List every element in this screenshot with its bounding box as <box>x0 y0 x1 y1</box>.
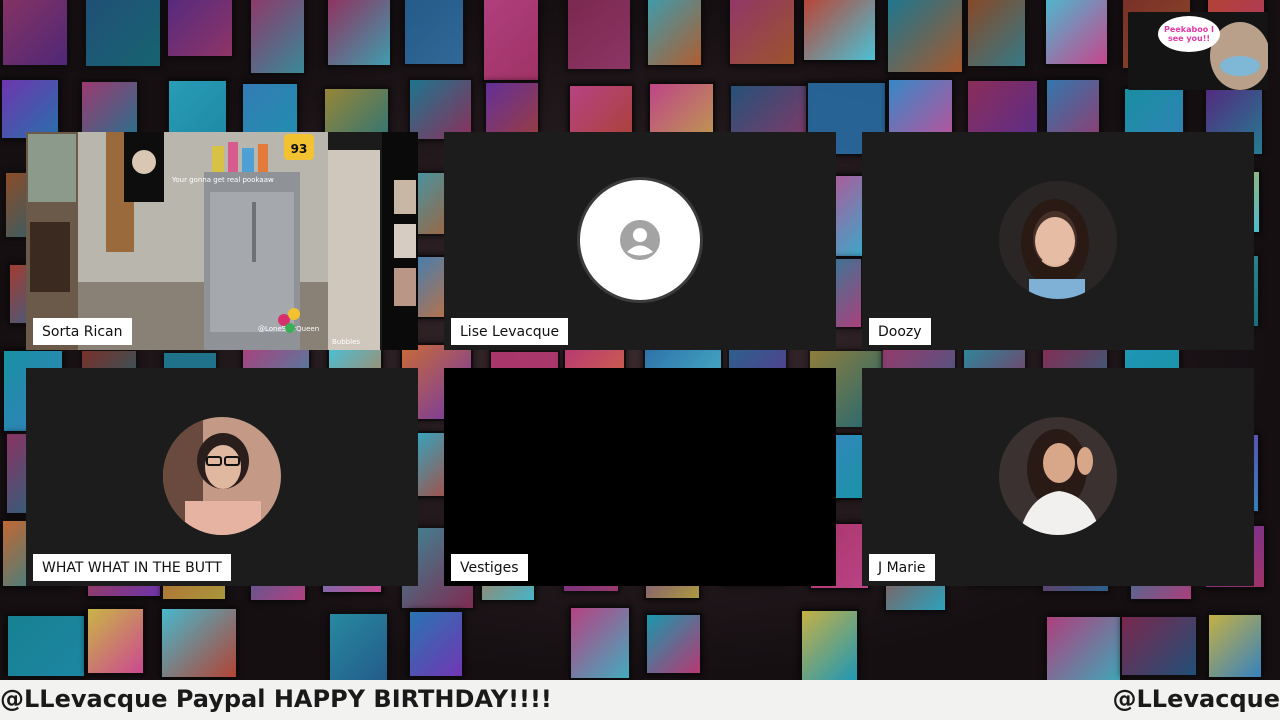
participant-avatar <box>999 181 1117 299</box>
bottom-ticker: @LLevacque Paypal HAPPY BIRTHDAY!!!! @LL… <box>0 680 1280 720</box>
overlay-speech-bubble: Peekaboo I see you!! <box>1158 16 1220 52</box>
participant-name-label: Vestiges <box>451 554 528 581</box>
background-screen <box>886 0 964 74</box>
background-screen <box>966 0 1027 68</box>
background-screen <box>800 609 859 680</box>
ticker-left-text: @LLevacque Paypal HAPPY BIRTHDAY!!!! <box>0 685 552 713</box>
corner-overlay-graphic: Peekaboo I see you!! <box>1128 12 1268 90</box>
background-screen <box>160 607 238 679</box>
background-screen <box>1207 613 1263 679</box>
background-screen <box>328 612 389 680</box>
background-screen <box>1 0 69 67</box>
ticker-right-text: @LLevacque <box>1112 685 1280 713</box>
background-screen <box>326 0 392 67</box>
background-screen <box>728 0 796 66</box>
avatar-photo <box>999 417 1117 535</box>
background-screen <box>1044 0 1109 66</box>
user-icon <box>620 220 660 260</box>
background-screen <box>1120 615 1198 677</box>
participant-name-label: WHAT WHAT IN THE BUTT <box>33 554 231 581</box>
participant-name-label: Sorta Rican <box>33 318 132 345</box>
participant-tile-vestiges[interactable]: Vestiges <box>444 368 836 586</box>
background-screen <box>482 0 540 82</box>
participant-tile-what-what-in-the-butt[interactable]: WHAT WHAT IN THE BUTT <box>26 368 418 586</box>
participant-tile-sorta-rican[interactable]: 93 Your gonna get real pookaaw @LoneStar… <box>26 132 418 350</box>
background-screen <box>86 607 145 675</box>
default-avatar-placeholder <box>577 177 703 303</box>
background-screen <box>166 0 234 58</box>
video-suffix-text: Bubbles <box>332 338 360 346</box>
participant-tile-j-marie[interactable]: J Marie <box>862 368 1254 586</box>
background-screen <box>566 0 632 71</box>
participant-name-label: J Marie <box>869 554 935 581</box>
background-screen <box>645 613 702 675</box>
video-badge: 93 <box>291 142 308 156</box>
background-screen <box>403 0 465 66</box>
participant-name-label: Lise Levacque <box>451 318 569 345</box>
background-screen <box>408 610 464 678</box>
participant-tile-doozy[interactable]: Doozy <box>862 132 1254 350</box>
participant-name-label: Doozy <box>869 318 931 345</box>
participant-avatar <box>999 417 1117 535</box>
background-screen <box>802 0 877 62</box>
participant-tile-lise-levacque[interactable]: Lise Levacque <box>444 132 836 350</box>
background-screen <box>249 0 306 75</box>
avatar-photo <box>999 181 1117 299</box>
background-screen <box>646 0 703 67</box>
avatar-photo <box>163 417 281 535</box>
background-screen <box>0 78 60 140</box>
video-overlay-text: Your gonna get real pookaaw <box>171 176 274 184</box>
participant-avatar <box>163 417 281 535</box>
background-screen <box>84 0 162 68</box>
background-screen <box>1045 615 1122 680</box>
background-screen <box>6 614 86 678</box>
background-screen <box>569 606 631 680</box>
